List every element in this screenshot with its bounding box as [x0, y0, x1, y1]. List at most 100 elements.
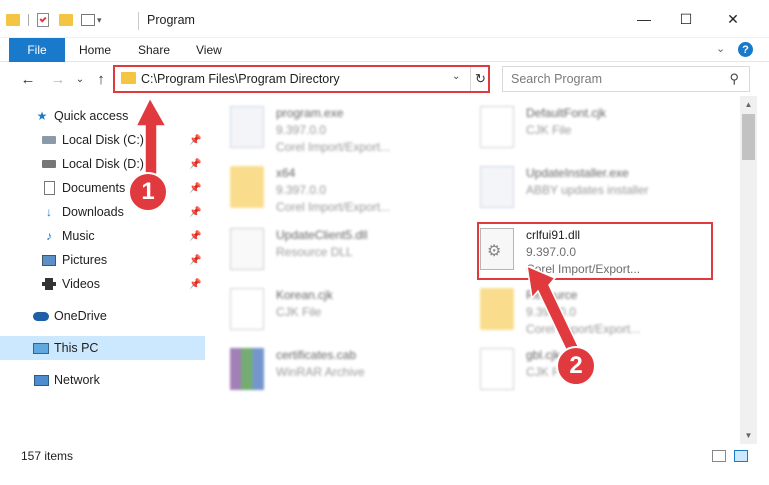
- scroll-down-icon[interactable]: ▼: [740, 427, 757, 444]
- file-item[interactable]: UpdateClient5.dll Resource DLL: [210, 222, 450, 280]
- navigation-bar: ← → ⌄ ↑ C:\Program Files\Program Directo…: [0, 62, 769, 96]
- scroll-up-icon[interactable]: ▲: [740, 96, 757, 113]
- title-bar: ▾ Program — ☐ ✕: [0, 0, 769, 38]
- installer-icon: [480, 166, 514, 208]
- status-bar: 157 items: [0, 444, 769, 468]
- videos-icon: [41, 276, 57, 292]
- exe-file-icon: [230, 106, 264, 148]
- forward-button[interactable]: →: [48, 69, 68, 89]
- chevron-down-icon[interactable]: ▾: [97, 15, 102, 26]
- file-description: Corel Import/Export...: [526, 322, 641, 336]
- collapse-ribbon-icon[interactable]: ⌄: [716, 42, 725, 55]
- maximize-button[interactable]: ☐: [663, 0, 709, 38]
- file-name: gbl.cjk: [526, 348, 561, 362]
- customize-icon[interactable]: [81, 14, 95, 26]
- step-1-badge: 1: [128, 172, 168, 212]
- document-icon: [480, 348, 514, 390]
- file-highlight-box: [477, 222, 713, 280]
- pin-icon[interactable]: 📌: [189, 183, 201, 194]
- drive-icon: [41, 132, 57, 148]
- properties-icon[interactable]: [37, 13, 49, 27]
- file-type: CJK File: [276, 305, 322, 319]
- pin-icon[interactable]: 📌: [189, 255, 201, 266]
- search-icon[interactable]: ⚲: [729, 71, 739, 87]
- file-name: program.exe: [276, 106, 344, 120]
- sidebar-item-downloads[interactable]: ↓ Downloads 📌: [0, 200, 205, 224]
- tab-share[interactable]: Share: [138, 38, 170, 62]
- sidebar-item-label: This PC: [54, 341, 99, 355]
- pin-icon[interactable]: 📌: [189, 159, 201, 170]
- pin-icon[interactable]: 📌: [189, 279, 201, 290]
- file-version: 9.397.0.0: [276, 123, 327, 137]
- vertical-scrollbar[interactable]: ▲ ▼: [740, 96, 757, 444]
- downloads-icon: ↓: [46, 205, 52, 219]
- sidebar-item-videos[interactable]: Videos 📌: [0, 272, 205, 296]
- ribbon: File Home Share View ⌄ ?: [0, 38, 769, 62]
- file-name: certificates.cab: [276, 348, 357, 362]
- tab-file[interactable]: File: [9, 38, 65, 62]
- file-item[interactable]: program.exe 9.397.0.0 Corel Import/Expor…: [210, 100, 450, 158]
- close-button[interactable]: ✕: [710, 0, 756, 38]
- file-description: ABBY updates installer: [526, 183, 649, 197]
- pin-icon[interactable]: 📌: [189, 207, 201, 218]
- file-item[interactable]: Korean.cjk CJK File: [210, 282, 450, 340]
- file-item[interactable]: x64 9.397.0.0 Corel Import/Export...: [210, 160, 450, 218]
- file-name: UpdateClient5.dll: [276, 228, 368, 242]
- search-input[interactable]: Search Program ⚲: [502, 66, 750, 92]
- recent-locations-button[interactable]: ⌄: [70, 69, 90, 89]
- help-icon[interactable]: ?: [738, 42, 753, 57]
- scroll-thumb[interactable]: [742, 114, 755, 160]
- sidebar-item-label: Documents: [62, 181, 126, 195]
- file-name: Korean.cjk: [276, 288, 333, 302]
- sidebar-item-this-pc[interactable]: This PC: [0, 336, 205, 360]
- sidebar-item-label: Local Disk (D:): [62, 157, 144, 171]
- sidebar-item-documents[interactable]: Documents 📌: [0, 176, 205, 200]
- document-icon: [480, 106, 514, 148]
- window-title: Program: [147, 13, 195, 27]
- sidebar-item-network[interactable]: Network: [0, 368, 205, 392]
- file-item[interactable]: UpdateInstaller.exe ABBY updates install…: [460, 160, 700, 218]
- new-folder-icon[interactable]: [59, 14, 73, 26]
- star-icon: ★: [36, 109, 48, 123]
- address-highlight-box: [113, 65, 490, 93]
- cloud-icon: [33, 308, 49, 324]
- pin-icon[interactable]: 📌: [189, 231, 201, 242]
- tab-home[interactable]: Home: [79, 38, 111, 62]
- sidebar-item-onedrive[interactable]: OneDrive: [0, 304, 205, 328]
- drive-icon: [41, 156, 57, 172]
- navigation-pane: ★ Quick access Local Disk (C:) 📌 Local D…: [0, 100, 205, 440]
- details-view-icon[interactable]: [712, 450, 726, 462]
- pin-icon[interactable]: 📌: [189, 135, 201, 146]
- sidebar-item-label: Pictures: [62, 253, 108, 267]
- item-count: 157 items: [21, 449, 74, 463]
- sidebar-item-label: Network: [54, 373, 100, 387]
- computer-icon: [33, 340, 49, 356]
- folder-icon[interactable]: [6, 14, 20, 26]
- documents-icon: [41, 180, 57, 196]
- up-button[interactable]: ↑: [91, 69, 111, 89]
- tab-view[interactable]: View: [196, 38, 222, 62]
- archive-icon: [230, 348, 264, 390]
- file-description: Corel Import/Export...: [276, 140, 391, 154]
- file-item[interactable]: certificates.cab WinRAR Archive: [210, 342, 450, 400]
- file-type: CJK File: [526, 123, 572, 137]
- sidebar-item-local-disk-d[interactable]: Local Disk (D:) 📌: [0, 152, 205, 176]
- file-description: Resource DLL: [276, 245, 353, 259]
- tiles-view-icon[interactable]: [734, 450, 748, 462]
- file-type: WinRAR Archive: [276, 365, 365, 379]
- sidebar-item-label: Downloads: [62, 205, 124, 219]
- sidebar-item-music[interactable]: ♪ Music 📌: [0, 224, 205, 248]
- minimize-button[interactable]: —: [621, 0, 667, 38]
- document-icon: [230, 288, 264, 330]
- network-icon: [33, 372, 49, 388]
- search-placeholder: Search Program: [511, 72, 603, 86]
- folder-icon: [480, 288, 514, 330]
- sidebar-item-pictures[interactable]: Pictures 📌: [0, 248, 205, 272]
- sidebar-item-quick-access[interactable]: ★ Quick access: [0, 104, 205, 128]
- file-item[interactable]: Resource 9.397.0.0 Corel Import/Export..…: [460, 282, 700, 340]
- quick-access-toolbar: ▾: [6, 10, 102, 30]
- file-item[interactable]: DefaultFont.cjk CJK File: [460, 100, 700, 158]
- file-name: UpdateInstaller.exe: [526, 166, 629, 180]
- back-button[interactable]: ←: [18, 69, 38, 89]
- sidebar-item-local-disk-c[interactable]: Local Disk (C:) 📌: [0, 128, 205, 152]
